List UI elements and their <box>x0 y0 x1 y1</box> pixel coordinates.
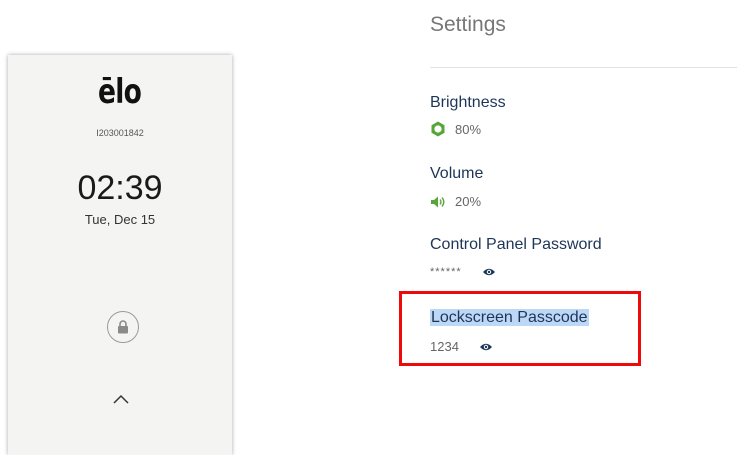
lock-icon <box>118 320 128 334</box>
brightness-label: Brightness <box>430 94 506 111</box>
volume-icon <box>430 195 446 209</box>
control-panel-password-value: ****** <box>430 266 462 278</box>
volume-setting[interactable]: 20% <box>430 194 481 209</box>
settings-title: Settings <box>430 13 506 36</box>
control-panel-password-setting[interactable]: ****** <box>430 266 496 278</box>
unlock-button[interactable] <box>107 311 139 343</box>
settings-divider <box>430 67 737 68</box>
serial-number: I203001842 <box>96 128 144 138</box>
brightness-icon <box>430 121 446 137</box>
clock-time: 02:39 <box>77 169 163 207</box>
highlight-annotation-box <box>399 291 641 366</box>
brightness-setting[interactable]: 80% <box>430 121 481 137</box>
volume-label: Volume <box>430 165 484 182</box>
brightness-value: 80% <box>455 121 482 137</box>
volume-value: 20% <box>455 194 482 209</box>
swipe-up-handle[interactable] <box>113 391 129 409</box>
chevron-up-icon <box>113 394 129 404</box>
logo-text: ēlo <box>98 72 143 112</box>
clock-date: Tue, Dec 15 <box>84 212 156 227</box>
control-panel-password-label: Control Panel Password <box>430 236 602 253</box>
device-lockscreen: ēlo I203001842 02:39 Tue, Dec 15 <box>8 55 232 455</box>
eye-icon[interactable] <box>482 267 496 277</box>
elo-logo: ēlo <box>8 75 232 109</box>
